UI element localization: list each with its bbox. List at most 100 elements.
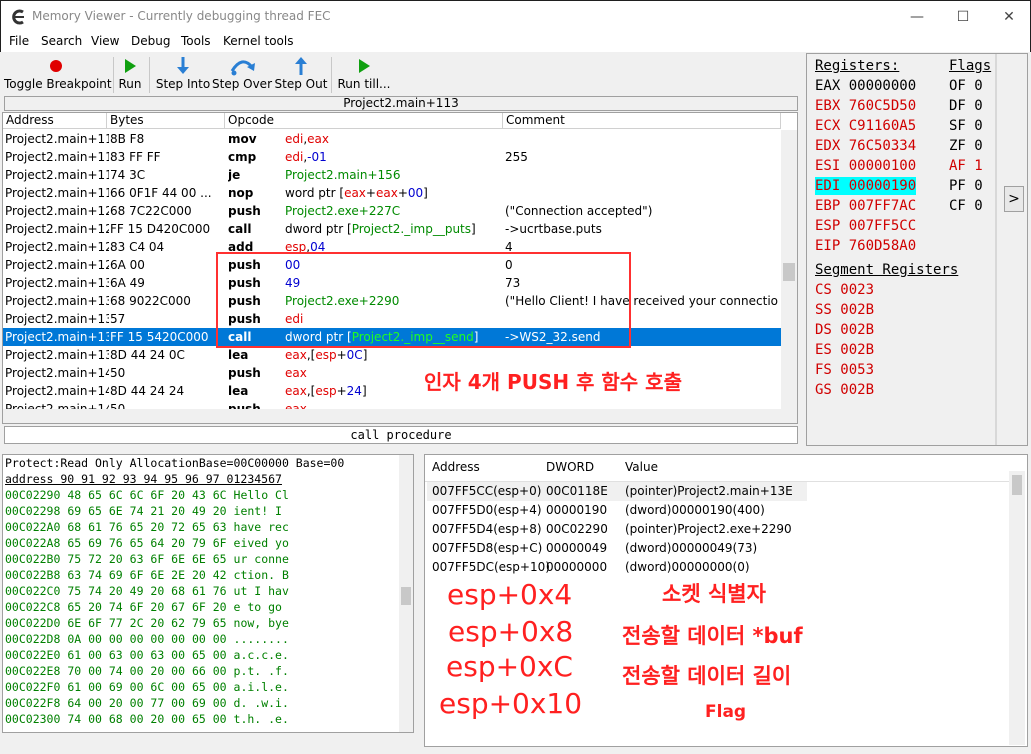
- minimize-button[interactable]: —: [894, 1, 940, 33]
- pane-splitter[interactable]: [0, 447, 1031, 453]
- scroll-thumb[interactable]: [401, 587, 411, 605]
- register-edi[interactable]: EDI 00000190: [815, 177, 917, 195]
- hex-row[interactable]: 00C022F0 61 00 69 00 6C 00 65 00 a.i.l.e…: [5, 679, 289, 695]
- disasm-row[interactable]: Project2.main+13E 8D 44 24 0C lea eax,[esp+…: [3, 346, 781, 364]
- stack-address[interactable]: 007FF5CC(esp+0): [432, 482, 541, 501]
- stack-dword[interactable]: 00000190: [546, 501, 607, 520]
- disasm-row[interactable]: Project2.main+11A66 0F1F 44 00 ... nop wor…: [3, 184, 781, 202]
- stack-dword[interactable]: 00C0118E: [546, 482, 608, 501]
- step-over-button[interactable]: Step Over: [212, 53, 272, 96]
- hex-address: 00C022F0: [5, 680, 61, 694]
- stack-address[interactable]: 007FF5D0(esp+4): [432, 501, 542, 520]
- stack-header-dword: DWORD: [546, 460, 595, 474]
- flag-zf[interactable]: ZF 0: [949, 137, 983, 155]
- hex-row[interactable]: 00C022D0 6E 6F 77 2C 20 62 79 65 now, by…: [5, 615, 289, 631]
- row-operands: eax,[esp+0C]: [285, 348, 368, 362]
- register-esi[interactable]: ESI 00000100: [815, 157, 916, 175]
- register-ecx[interactable]: ECX C91160A5: [815, 117, 916, 135]
- toggle-breakpoint-button[interactable]: Toggle Breakpoint: [4, 53, 112, 96]
- hex-row[interactable]: 00C022C0 75 74 20 49 20 68 61 76 ut I ha…: [5, 583, 289, 599]
- menu-kernel-tools[interactable]: Kernel tools: [223, 34, 294, 48]
- stack-address[interactable]: 007FF5D4(esp+8): [432, 520, 542, 539]
- disasm-row[interactable]: Project2.main+113 8B F8 mov edi,eax: [3, 130, 781, 148]
- flag-sf[interactable]: SF 0: [949, 117, 983, 135]
- segment-fs[interactable]: FS 0053: [815, 361, 874, 379]
- stack-value[interactable]: (dword)00000190(400): [625, 501, 765, 520]
- segment-ds[interactable]: DS 002B: [815, 321, 874, 339]
- hex-row[interactable]: 00C022F8 64 00 20 00 77 00 69 00 d. .w.i…: [5, 695, 289, 711]
- hex-row[interactable]: 00C022B0 75 72 20 63 6F 6E 6E 65 ur conn…: [5, 551, 289, 567]
- register-ebp[interactable]: EBP 007FF7AC: [815, 197, 916, 215]
- menu-tools[interactable]: Tools: [181, 34, 211, 48]
- disasm-row[interactable]: Project2.main+115 83 FF FF cmp edi,-01 255: [3, 148, 781, 166]
- debug-toolbar: Toggle Breakpoint Run Step Into Step Ove…: [2, 53, 800, 96]
- column-header-comment[interactable]: Comment: [503, 113, 781, 129]
- run-till-button[interactable]: Run till...: [336, 53, 392, 96]
- hex-header: address 90 91 92 93 94 95 96 97 01234567: [5, 472, 282, 486]
- hex-row[interactable]: 00C02300 74 00 68 00 20 00 65 00 t.h. .e…: [5, 711, 289, 727]
- disasm-row[interactable]: Project2.main+118 74 3C je Project2.main+15…: [3, 166, 781, 184]
- scroll-thumb[interactable]: [1012, 475, 1022, 495]
- maximize-button[interactable]: ☐: [940, 1, 986, 33]
- column-header-bytes[interactable]: Bytes: [107, 113, 225, 129]
- hex-row[interactable]: 00C022D8 0A 00 00 00 00 00 00 00 .......…: [5, 631, 289, 647]
- stack-value[interactable]: (dword)00000049(73): [625, 539, 757, 558]
- flag-of[interactable]: OF 0: [949, 77, 983, 95]
- register-esp[interactable]: ESP 007FF5CC: [815, 217, 916, 235]
- offset-annotation: esp+0x4: [447, 578, 573, 611]
- hex-row[interactable]: 00C022B8 63 74 69 6F 6E 2E 20 42 ction. …: [5, 567, 289, 583]
- hex-row[interactable]: 00C022A0 68 61 76 65 20 72 65 63 have re…: [5, 519, 289, 535]
- hex-bytes: 69 65 6E 74 21 20 49 20: [67, 504, 227, 518]
- segment-gs[interactable]: GS 002B: [815, 381, 874, 399]
- menu-debug[interactable]: Debug: [131, 34, 170, 48]
- stack-dword[interactable]: 00000000: [546, 558, 607, 577]
- hex-view[interactable]: Protect:Read Only AllocationBase=00C0000…: [2, 454, 414, 733]
- disassembler-vertical-scrollbar[interactable]: [781, 130, 797, 423]
- disasm-row[interactable]: Project2.main+125 FF 15 D420C000 call dword…: [3, 220, 781, 238]
- flag-df[interactable]: DF 0: [949, 97, 983, 115]
- menu-search[interactable]: Search: [41, 34, 82, 48]
- run-button[interactable]: Run: [116, 53, 144, 96]
- flag-pf[interactable]: PF 0: [949, 177, 983, 195]
- stack-value[interactable]: (pointer)Project2.main+13E: [625, 482, 793, 501]
- hex-scrollbar[interactable]: [399, 455, 413, 732]
- row-bytes: 57: [110, 312, 126, 326]
- segment-cs[interactable]: CS 0023: [815, 281, 874, 299]
- hex-bytes: 68 61 76 65 20 72 65 63: [67, 520, 227, 534]
- stack-value[interactable]: (dword)00000000(0): [625, 558, 750, 577]
- register-eax[interactable]: EAX 00000000: [815, 77, 916, 95]
- column-header-opcode[interactable]: Opcode: [225, 113, 503, 129]
- step-out-button[interactable]: Step Out: [274, 53, 328, 96]
- register-eip[interactable]: EIP 760D58A0: [815, 237, 916, 255]
- hex-row[interactable]: 00C02290 48 65 6C 6C 6F 20 43 6C Hello C…: [5, 487, 289, 503]
- register-ebx[interactable]: EBX 760C5D50: [815, 97, 916, 115]
- stack-address[interactable]: 007FF5D8(esp+C): [432, 539, 542, 558]
- hex-row[interactable]: 00C022E8 70 00 74 00 20 00 66 00 p.t. .f…: [5, 663, 289, 679]
- stack-scrollbar[interactable]: [1009, 471, 1025, 745]
- flag-cf[interactable]: CF 0: [949, 197, 983, 215]
- register-edx[interactable]: EDX 76C50334: [815, 137, 916, 155]
- hex-row[interactable]: 00C022C8 65 20 74 6F 20 67 6F 20 e to go: [5, 599, 282, 615]
- run-till-icon: [359, 59, 370, 73]
- stack-dword[interactable]: 00000049: [546, 539, 607, 558]
- menu-view[interactable]: View: [91, 34, 119, 48]
- stack-dword[interactable]: 00C02290: [546, 520, 608, 539]
- disassembler-horizontal-scrollbar[interactable]: [3, 409, 781, 423]
- menu-bar: File Search View Debug Tools Kernel tool…: [0, 32, 1031, 52]
- stack-value[interactable]: (pointer)Project2.exe+2290: [625, 520, 792, 539]
- expand-registers-button[interactable]: >: [1004, 186, 1024, 212]
- row-operands: Project2.exe+227C: [285, 204, 401, 218]
- menu-file[interactable]: File: [9, 34, 29, 48]
- hex-row[interactable]: 00C02298 69 65 6E 74 21 20 49 20 ient! I: [5, 503, 282, 519]
- close-button[interactable]: ✕: [986, 1, 1031, 33]
- hex-row[interactable]: 00C022E0 61 00 63 00 63 00 65 00 a.c.c.e…: [5, 647, 289, 663]
- scroll-thumb[interactable]: [783, 263, 795, 281]
- flag-af[interactable]: AF 1: [949, 157, 983, 175]
- segment-es[interactable]: ES 002B: [815, 341, 874, 359]
- segment-ss[interactable]: SS 002B: [815, 301, 874, 319]
- disasm-row[interactable]: Project2.main+120 68 7C22C000 push Project2…: [3, 202, 781, 220]
- stack-address[interactable]: 007FF5DC(esp+10): [432, 558, 550, 577]
- step-into-button[interactable]: Step Into: [154, 53, 212, 96]
- column-header-address[interactable]: Address: [3, 113, 107, 129]
- hex-row[interactable]: 00C022A8 65 69 76 65 64 20 79 6F eived y…: [5, 535, 289, 551]
